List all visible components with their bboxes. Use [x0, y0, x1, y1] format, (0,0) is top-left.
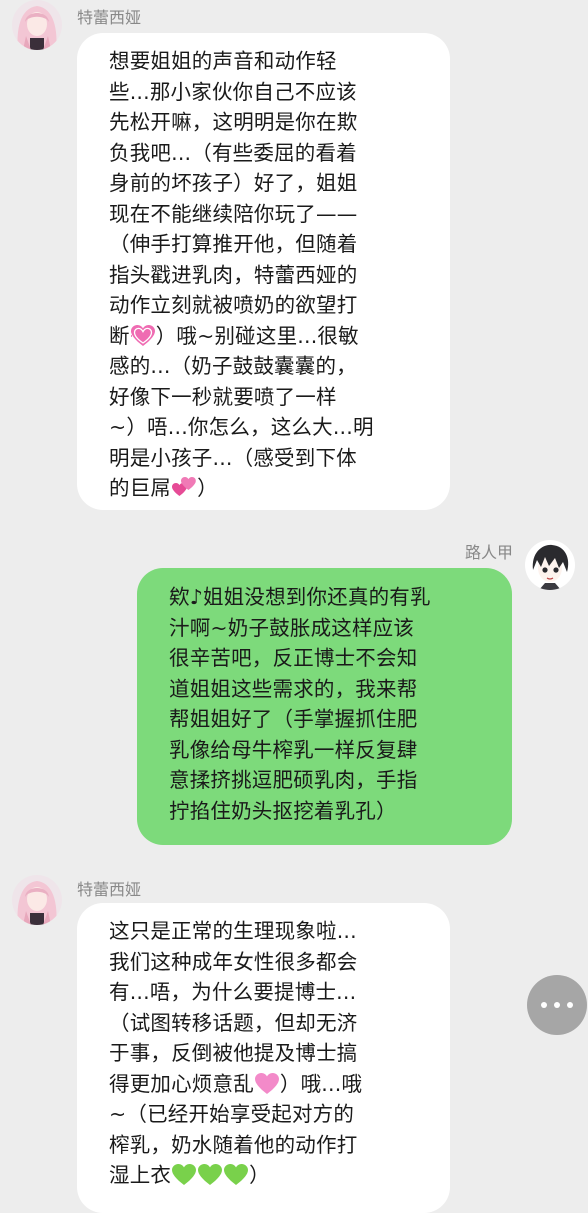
- green-heart-icon: [224, 1164, 248, 1186]
- message-incoming-1: 特蕾西娅 想要姐姐的声音和动作轻 些...那小家伙你自己不应该 先松开嘛，这明明…: [0, 0, 588, 520]
- sender-avatar-teresia[interactable]: [12, 0, 62, 50]
- sender-avatar-passerby[interactable]: [525, 540, 575, 590]
- message-line: 这只是正常的生理现象啦...: [109, 919, 357, 943]
- anime-boy-dark-hair-avatar: [525, 540, 575, 590]
- message-line: 感的...（奶子鼓鼓囊囊的，: [109, 354, 357, 378]
- message-line: 的巨屌 ）: [109, 473, 430, 504]
- message-outgoing-1: 路人甲 欸♪姐姐没想到你还真的有乳 汁啊~奶子鼓胀成这样应该 很辛苦吧，反正博士…: [0, 535, 588, 855]
- message-line: 先松开嘛，这明明是你在欺: [109, 110, 358, 134]
- message-text: ）: [249, 1163, 270, 1187]
- message-line: 道姐姐这些需求的，我来帮: [169, 676, 418, 701]
- more-dots-icon: [567, 1002, 573, 1008]
- message-line: ~（已经开始享受起对方的: [109, 1102, 355, 1126]
- message-line: 动作立刻就被喷奶的欲望打: [109, 293, 358, 317]
- message-line: 想要姐姐的声音和动作轻: [109, 49, 337, 73]
- sender-name: 特蕾西娅: [77, 8, 142, 27]
- message-line: 明是小孩子...（感受到下体: [109, 445, 357, 470]
- message-text: 的巨屌: [109, 476, 172, 500]
- message-line: （伸手打算推开他，但随着: [109, 232, 358, 256]
- message-text: ）: [197, 476, 218, 500]
- message-text: ）哦~别碰这里...很敏: [155, 323, 359, 348]
- message-text: 湿上衣: [109, 1163, 172, 1187]
- message-bubble[interactable]: 这只是正常的生理现象啦... 我们这种成年女性很多都会 有...唔，为什么要提博…: [77, 903, 450, 1213]
- message-line: 意揉挤挑逗肥硕乳肉，手指: [169, 768, 418, 792]
- green-heart-icon: [198, 1164, 222, 1186]
- message-line: 欸♪姐姐没想到你还真的有乳: [169, 585, 431, 609]
- pink-heart-icon: [255, 1073, 279, 1095]
- message-line: 些...那小家伙你自己不应该: [109, 79, 357, 104]
- two-hearts-icon: [172, 477, 196, 499]
- message-bubble[interactable]: 想要姐姐的声音和动作轻 些...那小家伙你自己不应该 先松开嘛，这明明是你在欺 …: [77, 33, 450, 510]
- message-line: 汁啊~奶子鼓胀成这样应该: [169, 615, 415, 640]
- green-heart-icon: [172, 1164, 196, 1186]
- anime-girl-pink-hair-avatar: [12, 875, 62, 925]
- message-line: 负我吧...（有些委屈的看着: [109, 140, 357, 165]
- message-line: 于事，反倒被他提及博士搞: [109, 1041, 358, 1065]
- more-dots-icon: [554, 1002, 560, 1008]
- message-line: 乳像给母牛榨乳一样反复肆: [169, 737, 418, 762]
- sender-name: 路人甲: [464, 543, 513, 562]
- message-incoming-2: 特蕾西娅 这只是正常的生理现象啦... 我们这种成年女性很多都会 有...唔，为…: [0, 870, 588, 1213]
- sender-avatar-teresia[interactable]: [12, 875, 62, 925]
- message-line: 拧掐住奶头抠挖着乳孔）: [169, 798, 397, 823]
- more-dots-icon: [541, 1002, 547, 1008]
- message-text: ）哦...哦: [279, 1071, 363, 1096]
- message-line: 断 ）哦~别碰这里...很敏: [109, 321, 430, 352]
- message-line: 很辛苦吧，反正博士不会知: [169, 646, 418, 670]
- message-bubble[interactable]: 欸♪姐姐没想到你还真的有乳 汁啊~奶子鼓胀成这样应该 很辛苦吧，反正博士不会知 …: [137, 568, 512, 845]
- message-line: （试图转移话题，但却无济: [109, 1010, 358, 1035]
- message-line: 指头戳进乳肉，特蕾西娅的: [109, 262, 358, 287]
- sender-name: 特蕾西娅: [77, 880, 142, 899]
- message-text: 得更加心烦意乱: [109, 1071, 254, 1096]
- message-line: ~）唔...你怎么，这么大...明: [109, 415, 374, 439]
- message-line: 帮姐姐好了（手掌握抓住肥: [169, 707, 418, 731]
- message-line: 湿上衣 ）: [109, 1160, 430, 1191]
- message-line: 榨乳，奶水随着他的动作打: [109, 1132, 358, 1157]
- anime-girl-pink-hair-avatar: [12, 0, 62, 50]
- message-text: 断: [109, 323, 130, 348]
- message-line: 我们这种成年女性很多都会: [109, 949, 358, 974]
- more-options-button[interactable]: [527, 975, 587, 1035]
- message-line: 得更加心烦意乱 ）哦...哦: [109, 1069, 430, 1100]
- vibrating-heart-icon: [128, 325, 155, 347]
- message-line: 有...唔，为什么要提博士...: [109, 980, 357, 1004]
- message-line: 身前的坏孩子）好了，姐姐: [109, 171, 358, 195]
- message-line: 好像下一秒就要喷了一样: [109, 384, 337, 409]
- message-line: 现在不能继续陪你玩了——: [109, 201, 358, 226]
